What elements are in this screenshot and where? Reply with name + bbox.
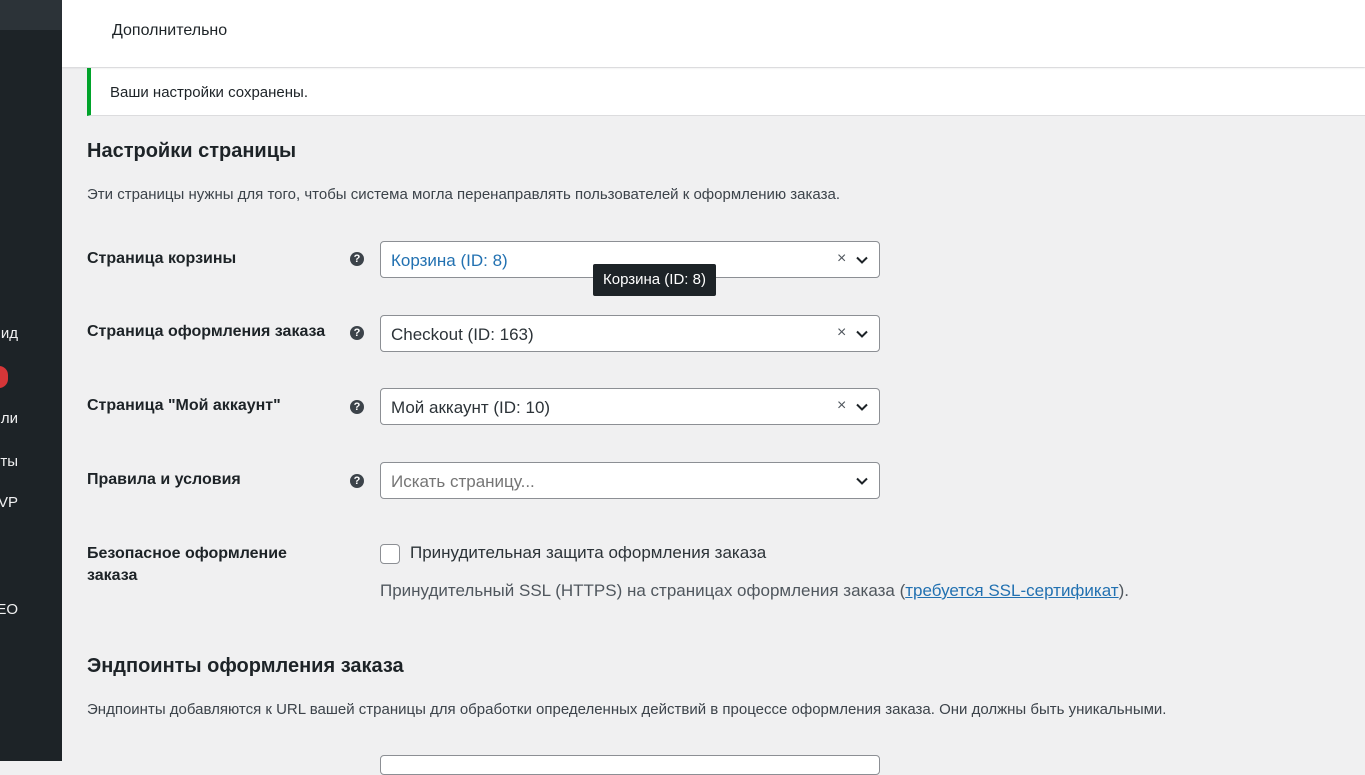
help-icon[interactable]: ? [350, 252, 364, 266]
force-secure-checkbox-label[interactable]: Принудительная защита оформления заказа [410, 543, 766, 563]
terms-page-select[interactable]: Искать страницу... [380, 462, 880, 499]
secure-checkout-label: Безопасное оформление заказа [87, 545, 287, 584]
help-icon[interactable]: ? [350, 400, 364, 414]
select-tooltip: Корзина (ID: 8) [593, 264, 716, 296]
myaccount-page-select[interactable]: Мой аккаунт (ID: 10) × [380, 388, 880, 425]
ssl-description-prefix: Принудительный SSL (HTTPS) на страницах … [380, 581, 906, 600]
ssl-description-suffix: ). [1118, 581, 1129, 600]
sidebar-item-2[interactable]: ли [1, 410, 18, 428]
endpoints-title: Эндпоинты оформления заказа [87, 655, 404, 677]
ssl-description: Принудительный SSL (HTTPS) на страницах … [380, 581, 1129, 601]
terms-page-placeholder[interactable]: Искать страницу... [391, 472, 535, 492]
page-settings-description: Эти страницы нужны для того, чтобы систе… [87, 186, 840, 203]
terms-page-label: Правила и условия [87, 471, 241, 488]
myaccount-page-value[interactable]: Мой аккаунт (ID: 10) [391, 398, 550, 418]
ssl-certificate-link[interactable]: требуется SSL-сертификат [905, 581, 1118, 600]
chevron-down-icon[interactable] [855, 400, 869, 414]
help-icon[interactable]: ? [350, 326, 364, 340]
sidebar-item-1[interactable]: ид [1, 325, 18, 343]
admin-sidebar: ид ли ты VP EO [0, 0, 62, 761]
chevron-down-icon[interactable] [855, 474, 869, 488]
cart-page-value[interactable]: Корзина (ID: 8) [391, 251, 508, 271]
clear-icon[interactable]: × [837, 397, 846, 415]
notice-text: Ваши настройки сохранены. [110, 84, 308, 101]
endpoint-input[interactable] [380, 755, 880, 775]
sidebar-item-5[interactable]: EO [0, 601, 18, 619]
page-settings-title: Настройки страницы [87, 140, 297, 162]
sidebar-top-bar [0, 0, 62, 30]
chevron-down-icon[interactable] [855, 253, 869, 267]
help-icon[interactable]: ? [350, 474, 364, 488]
clear-icon[interactable]: × [837, 250, 846, 268]
checkout-page-select[interactable]: Checkout (ID: 163) × [380, 315, 880, 352]
sidebar-item-3[interactable]: ты [0, 453, 18, 471]
myaccount-page-label: Страница "Мой аккаунт" [87, 397, 281, 414]
checkout-page-label: Страница оформления заказа [87, 323, 326, 340]
sidebar-item-4[interactable]: VP [0, 494, 18, 512]
chevron-down-icon[interactable] [855, 327, 869, 341]
force-secure-checkbox[interactable] [380, 544, 400, 564]
settings-header: Дополнительно [62, 0, 1365, 67]
notification-badge [0, 366, 8, 388]
cart-page-label: Страница корзины [87, 250, 237, 267]
clear-icon[interactable]: × [837, 324, 846, 342]
success-notice: Ваши настройки сохранены. [87, 68, 1365, 116]
endpoints-description: Эндпоинты добавляются к URL вашей страни… [87, 701, 1167, 718]
checkout-page-value[interactable]: Checkout (ID: 163) [391, 325, 534, 345]
header-tab-advanced[interactable]: Дополнительно [112, 22, 227, 40]
